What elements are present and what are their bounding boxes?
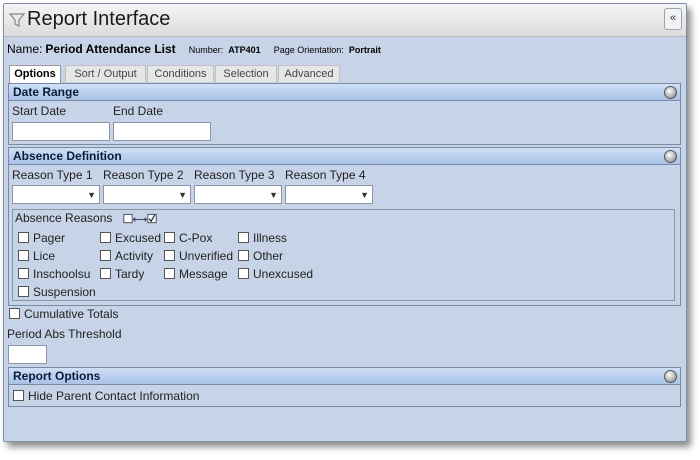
tab-sort-output[interactable]: Sort / Output — [65, 65, 146, 82]
end-date-label: End Date — [113, 104, 164, 118]
reason-checkbox[interactable]: Lice — [18, 249, 55, 263]
circle-toggle-icon[interactable] — [664, 86, 677, 99]
tab-options[interactable]: Options — [9, 65, 61, 84]
reason-type-2-label: Reason Type 2 — [103, 168, 184, 182]
absence-definition-title: Absence Definition — [13, 149, 122, 163]
reason-checkbox[interactable]: Suspension — [18, 285, 96, 299]
reason-checkbox[interactable]: C-Pox — [164, 231, 212, 245]
report-name: Period Attendance List — [45, 42, 176, 56]
reason-type-4-label: Reason Type 4 — [285, 168, 366, 182]
absence-reasons-label: Absence Reasons — [15, 211, 113, 225]
reason-checkbox[interactable]: Pager — [18, 231, 65, 245]
reason-type-2-select[interactable]: ▼ — [103, 185, 191, 204]
reason-type-3-select[interactable]: ▼ — [194, 185, 282, 204]
window-title: Report Interface — [27, 8, 171, 30]
tab-advanced[interactable]: Advanced — [278, 65, 340, 82]
threshold-label: Period Abs Threshold — [7, 327, 122, 341]
reason-checkbox[interactable]: Excused — [100, 231, 161, 245]
reason-type-4-select[interactable]: ▼ — [285, 185, 373, 204]
date-range-header: Date Range — [9, 84, 680, 101]
select-all-icon[interactable] — [122, 213, 158, 225]
reason-checkbox[interactable]: Message — [164, 267, 228, 281]
double-chevron-left-icon[interactable]: « — [664, 8, 682, 30]
funnel-icon — [9, 13, 25, 27]
reason-checkbox[interactable]: Tardy — [100, 267, 144, 281]
report-options-section: Report Options Hide Parent Contact Infor… — [8, 367, 681, 407]
report-number: ATP401 — [228, 45, 261, 55]
chevron-down-icon: ▼ — [87, 190, 96, 200]
report-interface-window: Report Interface « Name: Period Attendan… — [3, 3, 687, 442]
start-date-label: Start Date — [12, 104, 67, 118]
reason-type-1-label: Reason Type 1 — [12, 168, 93, 182]
circle-toggle-icon[interactable] — [664, 370, 677, 383]
reason-checkbox[interactable]: Unverified — [164, 249, 233, 263]
tab-selection[interactable]: Selection — [215, 65, 277, 82]
tab-conditions[interactable]: Conditions — [147, 65, 214, 82]
reason-checkbox[interactable]: Illness — [238, 231, 287, 245]
absence-reasons-group: Absence Reasons Pager Excused C-Pox Illn… — [12, 209, 675, 301]
reason-checkbox[interactable]: Activity — [100, 249, 153, 263]
date-range-title: Date Range — [13, 85, 80, 99]
page-orientation: Portrait — [348, 45, 381, 55]
reason-checkbox[interactable]: Inschoolsu — [18, 267, 90, 281]
absence-definition-header: Absence Definition — [9, 148, 680, 165]
circle-toggle-icon[interactable] — [664, 150, 677, 163]
end-date-input[interactable] — [113, 122, 211, 141]
reason-checkbox[interactable]: Other — [238, 249, 283, 263]
cumulative-totals-checkbox[interactable]: Cumulative Totals — [9, 307, 119, 321]
hide-parent-contact-checkbox[interactable]: Hide Parent Contact Information — [13, 389, 199, 403]
reason-type-3-label: Reason Type 3 — [194, 168, 275, 182]
number-label: Number: — [188, 45, 224, 55]
start-date-input[interactable] — [12, 122, 110, 141]
reason-type-1-select[interactable]: ▼ — [12, 185, 100, 204]
title-bar: Report Interface « — [4, 4, 686, 37]
orientation-label: Page Orientation: — [273, 45, 344, 55]
name-label: Name: — [7, 42, 43, 56]
absence-definition-section: Absence Definition Reason Type 1 Reason … — [8, 147, 681, 306]
date-range-section: Date Range Start Date End Date — [8, 83, 681, 145]
reason-checkbox[interactable]: Unexcused — [238, 267, 313, 281]
chevron-down-icon: ▼ — [269, 190, 278, 200]
threshold-input[interactable] — [8, 345, 47, 364]
chevron-down-icon: ▼ — [178, 190, 187, 200]
report-info: Name: Period Attendance List Number: ATP… — [7, 42, 381, 56]
report-options-header: Report Options — [9, 368, 680, 385]
report-options-title: Report Options — [13, 369, 101, 383]
chevron-down-icon: ▼ — [360, 190, 369, 200]
